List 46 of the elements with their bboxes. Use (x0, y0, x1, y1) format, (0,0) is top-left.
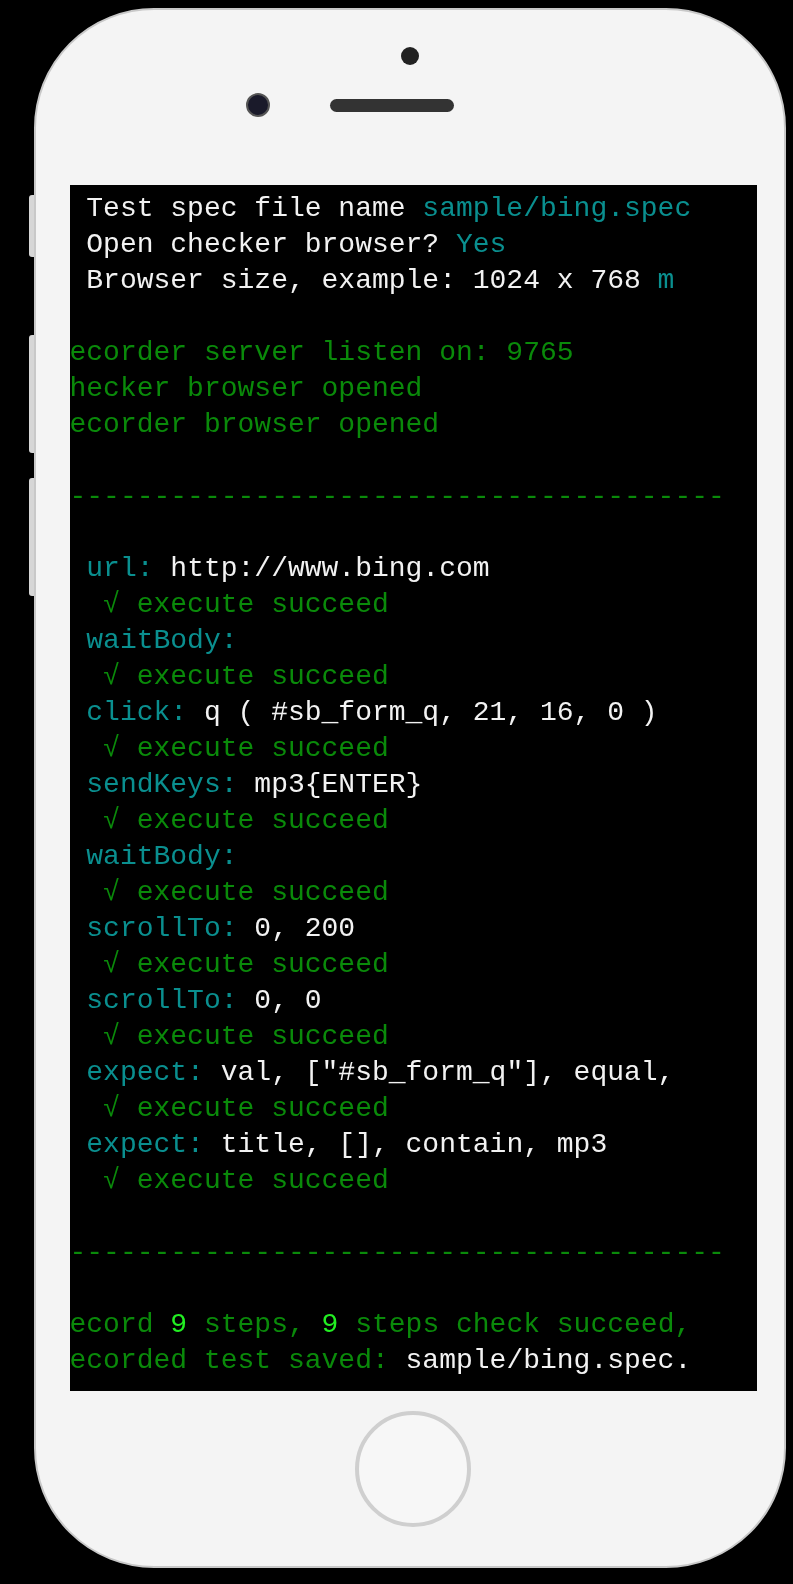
terminal-text: val, ["#sb_form_q"], equal, (220, 1056, 675, 1090)
terminal-text: m (657, 264, 675, 298)
terminal-text: ecord (69, 1308, 155, 1342)
terminal-text: √ execute succeed (102, 948, 389, 982)
terminal-text: √ execute succeed (102, 1020, 389, 1054)
terminal-text: 0, 0 (254, 984, 322, 1018)
terminal-text: expect: (85, 1056, 205, 1090)
terminal-text: http://www.bing.com (170, 552, 490, 586)
terminal-text: Browser size, example: 1024 x 768 (85, 264, 642, 298)
terminal-text: Test spec file name (85, 192, 407, 226)
terminal-text: √ execute succeed (102, 732, 389, 766)
terminal-text: ecorded test saved: (69, 1344, 390, 1378)
terminal-text: sample/bing.spec. (405, 1344, 692, 1378)
terminal-text: expect: (85, 1128, 205, 1162)
terminal-text: ecorder server listen on: 9765 (69, 336, 574, 370)
terminal-text: steps check succeed, (354, 1308, 692, 1342)
terminal-text: waitBody: (85, 840, 238, 874)
speaker-icon (330, 98, 454, 112)
terminal-text: steps, (202, 1308, 306, 1342)
terminal-text: sample/bing.spec (422, 192, 692, 226)
terminal-text: ecorder browser opened (69, 408, 440, 442)
terminal-text: click: (85, 696, 189, 730)
terminal-text: √ execute succeed (102, 1164, 389, 1198)
terminal-text: scrollTo: (85, 912, 239, 946)
terminal-text: 9 (170, 1308, 188, 1342)
terminal-text: mp3{ENTER} (254, 768, 423, 802)
terminal-text: √ execute succeed (102, 876, 389, 910)
separator-line: --------------------------------------- (69, 480, 725, 514)
terminal-text: Yes (455, 228, 507, 262)
camera-icon (246, 93, 270, 117)
terminal-text: Open checker browser? (85, 228, 441, 262)
sensor-icon (401, 47, 419, 65)
terminal-text: waitBody: (85, 624, 238, 658)
terminal-text: √ execute succeed (102, 1092, 389, 1126)
terminal-text: √ execute succeed (102, 588, 389, 622)
terminal-text: √ execute succeed (102, 804, 389, 838)
terminal-text: hecker browser opened (69, 372, 423, 406)
terminal-text: url: (85, 552, 155, 586)
terminal-text: title, [], contain, mp3 (220, 1128, 608, 1162)
terminal-text: 0, 200 (254, 912, 356, 946)
terminal-text: sendKeys: (85, 768, 239, 802)
terminal-text: 9 (321, 1308, 339, 1342)
terminal-text: √ execute succeed (102, 660, 389, 694)
terminal-text: q ( #sb_form_q, 21, 16, 0 ) (203, 696, 658, 730)
separator-line: --------------------------------------- (69, 1236, 725, 1270)
terminal-text: scrollTo: (85, 984, 239, 1018)
